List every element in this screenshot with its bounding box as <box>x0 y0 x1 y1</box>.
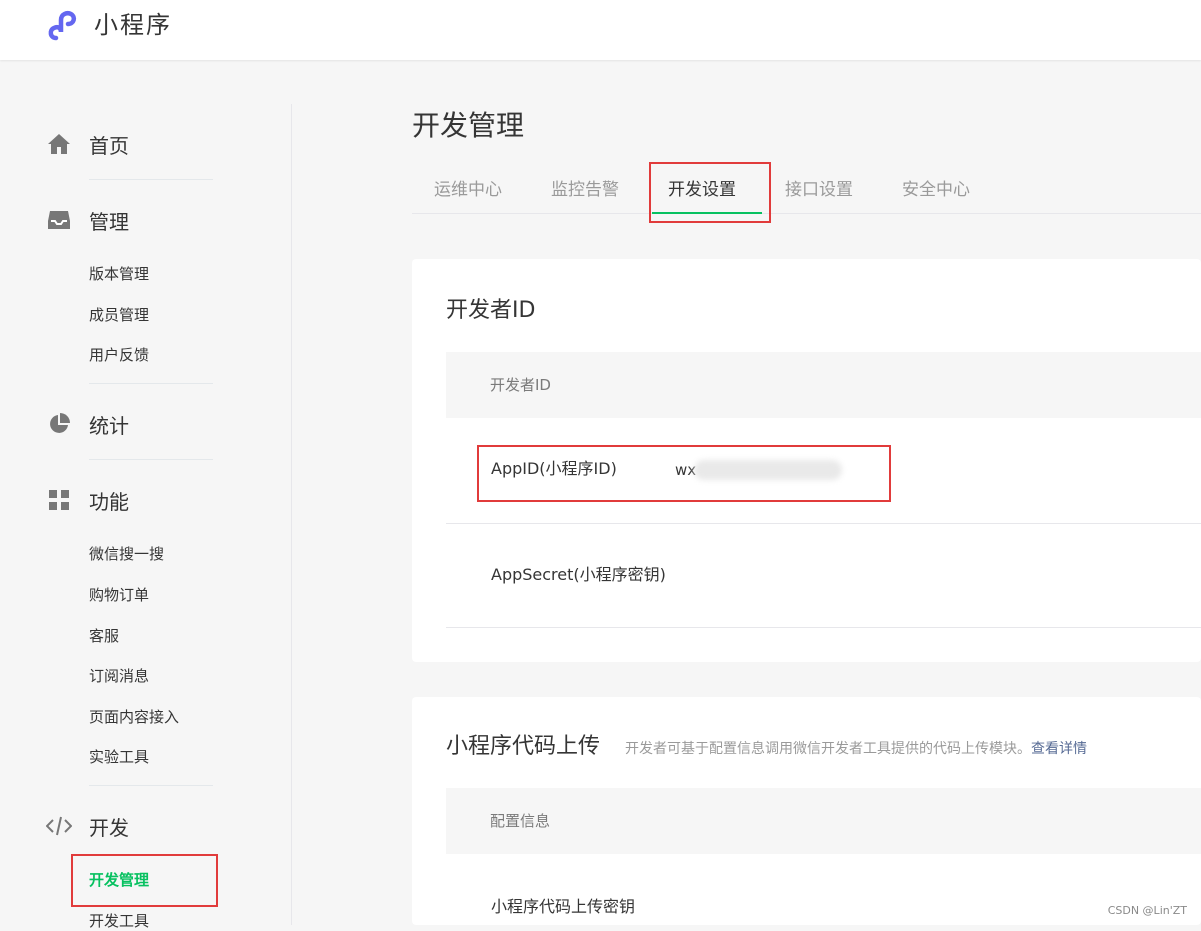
top-header: 小程序 <box>0 0 1201 60</box>
table-header: 开发者ID <box>446 352 1201 418</box>
sidebar-separator <box>89 785 213 786</box>
sidebar-category-stats[interactable]: 统计 <box>46 409 129 439</box>
sidebar-separator <box>89 459 213 460</box>
sidebar-item-version-manage[interactable]: 版本管理 <box>89 264 149 284</box>
tab-security-center[interactable]: 安全中心 <box>902 176 970 204</box>
app-title[interactable]: 小程序 <box>94 8 172 42</box>
appid-label: AppID(小程序ID) <box>491 459 617 478</box>
sidebar-item-experiment-tools[interactable]: 实验工具 <box>89 747 149 767</box>
code-icon <box>46 813 72 839</box>
mini-program-logo-icon[interactable] <box>46 8 82 44</box>
code-upload-card: 小程序代码上传 开发者可基于配置信息调用微信开发者工具提供的代码上传模块。查看详… <box>412 697 1201 925</box>
sidebar-category-label: 首页 <box>89 133 129 158</box>
card-title: 小程序代码上传 <box>446 734 601 759</box>
sidebar-item-page-content-access[interactable]: 页面内容接入 <box>89 707 179 727</box>
sidebar-item-customer-service[interactable]: 客服 <box>89 626 119 646</box>
row-divider <box>446 523 1201 524</box>
sidebar-category-develop[interactable]: 开发 <box>46 811 129 841</box>
sidebar-item-member-manage[interactable]: 成员管理 <box>89 305 149 325</box>
row-divider <box>446 627 1201 628</box>
home-icon <box>46 131 72 157</box>
watermark: CSDN @Lin'ZT <box>1107 904 1187 917</box>
table-header: 配置信息 <box>446 788 1201 854</box>
sidebar-item-wechat-search[interactable]: 微信搜一搜 <box>89 544 164 564</box>
view-details-link[interactable]: 查看详情 <box>1031 741 1087 757</box>
tab-ops-center[interactable]: 运维中心 <box>434 176 502 204</box>
table-header-label: 开发者ID <box>490 376 551 394</box>
upload-key-label: 小程序代码上传密钥 <box>491 897 636 916</box>
tabs-divider <box>412 213 1201 214</box>
sidebar-category-home[interactable]: 首页 <box>46 129 129 159</box>
active-tab-indicator <box>652 212 762 214</box>
sidebar-category-label: 统计 <box>89 413 129 438</box>
pie-chart-icon <box>46 411 72 437</box>
sidebar-item-shopping-orders[interactable]: 购物订单 <box>89 585 149 605</box>
tab-api-settings[interactable]: 接口设置 <box>785 176 853 204</box>
sidebar-category-label: 开发 <box>89 815 129 840</box>
card-description: 开发者可基于配置信息调用微信开发者工具提供的代码上传模块。查看详情 <box>625 739 1087 759</box>
sidebar-category-label: 功能 <box>89 489 129 514</box>
inbox-icon <box>46 207 72 233</box>
sidebar-item-dev-tools[interactable]: 开发工具 <box>89 911 149 931</box>
page-title: 开发管理 <box>412 109 525 142</box>
sidebar-item-user-feedback[interactable]: 用户反馈 <box>89 345 149 365</box>
sidebar-item-subscribe-messages[interactable]: 订阅消息 <box>89 666 149 686</box>
sidebar-category-label: 管理 <box>89 209 129 234</box>
sidebar-item-dev-manage[interactable]: 开发管理 <box>89 870 149 890</box>
sidebar-separator <box>89 383 213 384</box>
appid-redaction-mask <box>694 460 842 480</box>
sidebar-category-manage[interactable]: 管理 <box>46 205 129 235</box>
tab-monitor-alert[interactable]: 监控告警 <box>551 176 619 204</box>
description-text: 开发者可基于配置信息调用微信开发者工具提供的代码上传模块。 <box>625 741 1031 757</box>
sidebar <box>0 60 292 925</box>
appsecret-label: AppSecret(小程序密钥) <box>491 565 666 584</box>
sidebar-separator <box>89 179 213 180</box>
tab-dev-settings[interactable]: 开发设置 <box>668 176 736 204</box>
table-header-label: 配置信息 <box>490 812 551 830</box>
card-title: 开发者ID <box>446 298 536 323</box>
grid-icon <box>46 487 72 513</box>
appid-value[interactable]: wx <box>675 459 696 481</box>
sidebar-category-features[interactable]: 功能 <box>46 485 129 515</box>
developer-id-card: 开发者ID 开发者ID AppID(小程序ID) wx AppSecret(小程… <box>412 259 1201 662</box>
sidebar-divider <box>291 104 292 925</box>
